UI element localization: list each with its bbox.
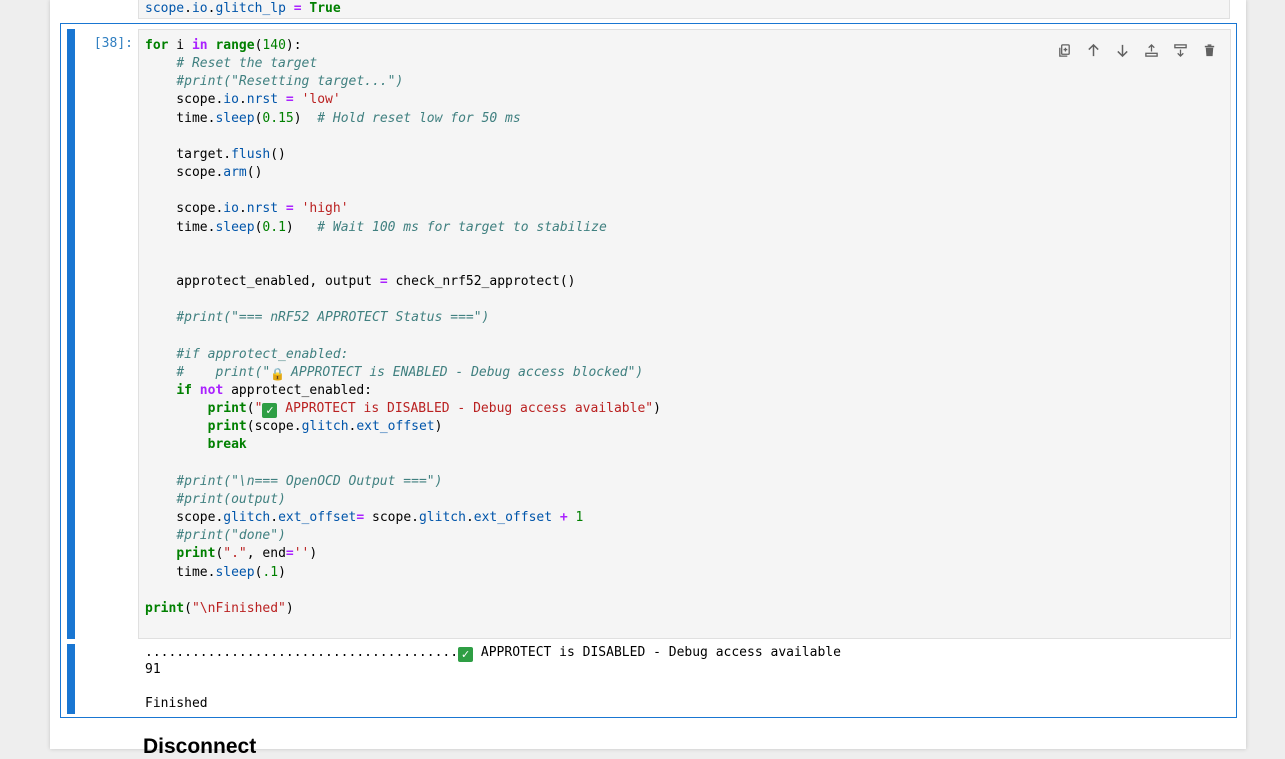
insert-below-icon[interactable] [1169, 39, 1191, 61]
arrow-down-icon[interactable] [1111, 39, 1133, 61]
execution-prompt: [38]: [93, 36, 133, 51]
cell-toolbar [1053, 39, 1220, 61]
output-line: 91 [145, 662, 161, 677]
cell-source-code: for i in range(140): # Reset the target … [145, 38, 661, 616]
previous-cell-code: scope.io.glitch_lp = True [145, 1, 341, 16]
code-editor[interactable]: for i in range(140): # Reset the target … [138, 29, 1231, 639]
output-line: ........................................… [145, 645, 841, 662]
notebook-page: scope.io.glitch_lp = True [38]: for i in… [50, 0, 1246, 758]
arrow-up-icon[interactable] [1082, 39, 1104, 61]
insert-above-icon[interactable] [1140, 39, 1162, 61]
active-code-cell[interactable]: [38]: for i in range(140): # Reset the t… [60, 23, 1237, 718]
trash-icon[interactable] [1198, 39, 1220, 61]
check-mark-icon: ✓ [458, 647, 474, 662]
section-heading: Disconnect [143, 735, 257, 758]
cell-output: ........................................… [138, 644, 1231, 714]
duplicate-icon[interactable] [1053, 39, 1075, 61]
input-collapser[interactable] [67, 29, 75, 639]
output-line: Finished [145, 696, 208, 711]
previous-cell-editor[interactable]: scope.io.glitch_lp = True [138, 0, 1230, 19]
output-collapser[interactable] [67, 644, 75, 714]
